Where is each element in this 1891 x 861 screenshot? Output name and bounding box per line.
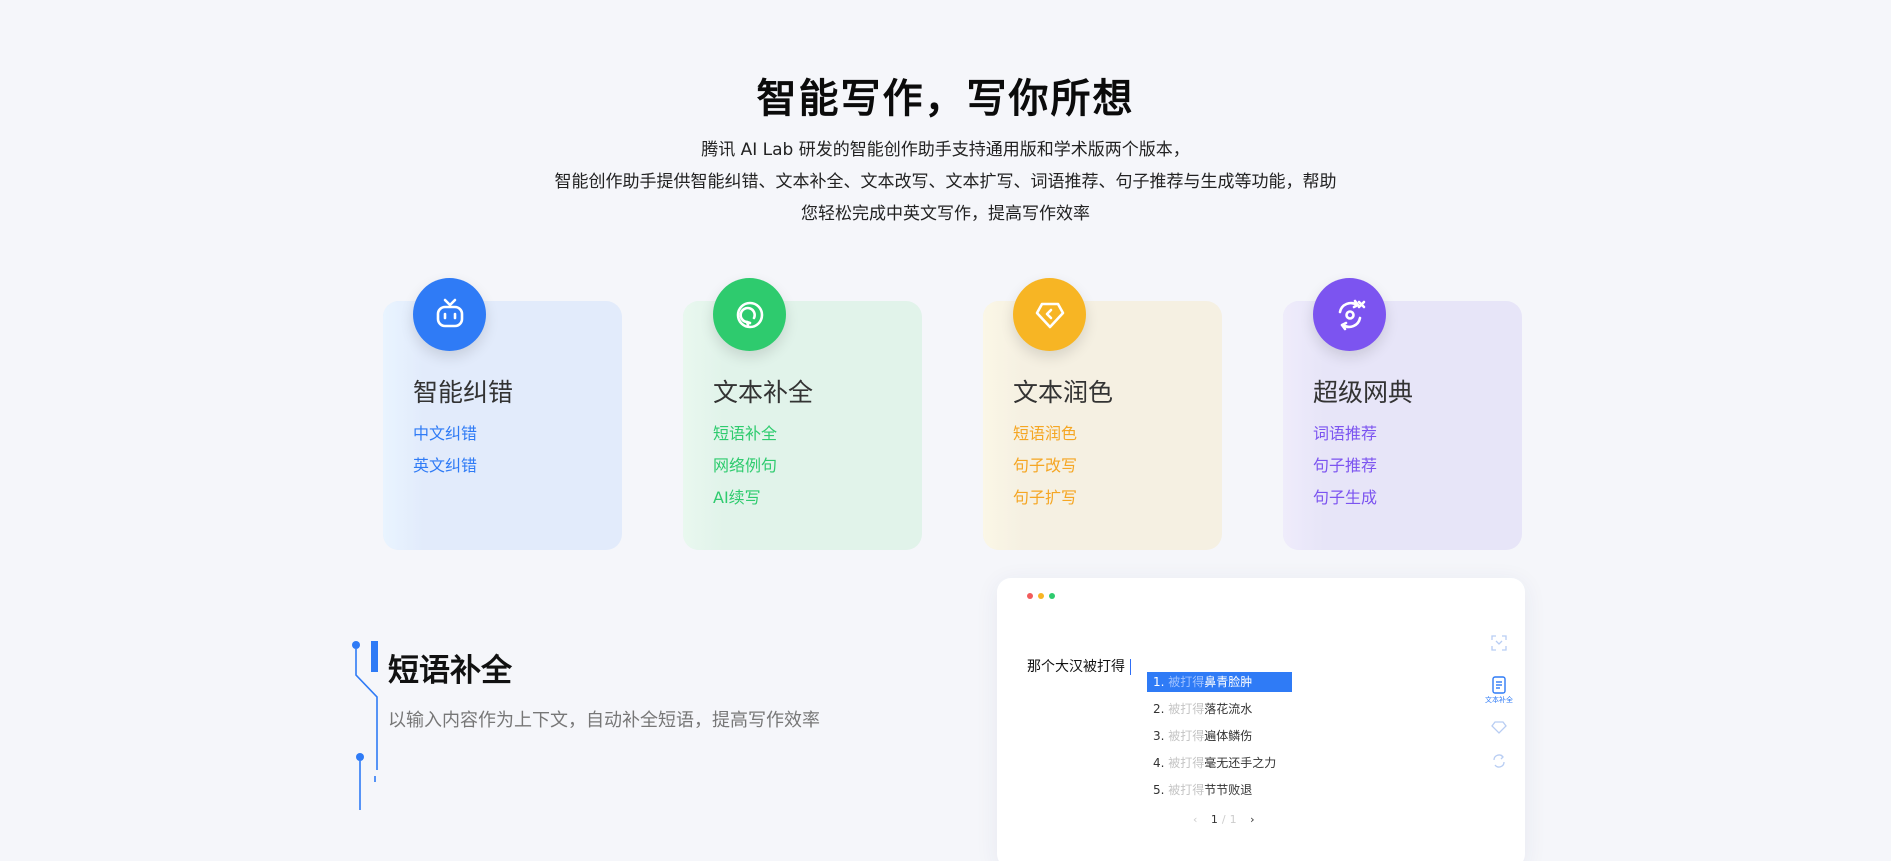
text-caret	[1130, 659, 1131, 675]
diamond-outline-icon	[1491, 721, 1507, 734]
page-title: 智能写作，写你所想	[756, 76, 1135, 122]
scan-icon	[1491, 635, 1507, 651]
feature-title: 短语补全	[388, 653, 512, 689]
pager-separator: /	[1221, 813, 1226, 826]
diamond-icon	[1013, 278, 1086, 351]
suggestion-item[interactable]: 2. 被打得落花流水	[1147, 699, 1292, 719]
suggestion-pager: ‹ 1/1 ›	[1193, 813, 1255, 826]
robot-face-icon	[413, 278, 486, 351]
card-title: 文本补全	[713, 378, 814, 407]
window-maximize-dot	[1049, 593, 1055, 599]
refresh-icon	[1493, 754, 1505, 768]
timeline-decoration	[352, 641, 378, 810]
suggestion-item[interactable]: 1. 被打得鼻青脸肿	[1147, 672, 1292, 692]
feature-description: 以输入内容作为上下文，自动补全短语，提高写作效率	[388, 710, 820, 731]
toolbar-scan-button[interactable]	[1487, 635, 1511, 651]
link-word-recommend[interactable]: 词语推荐	[1313, 420, 1377, 444]
card-title: 文本润色	[1013, 378, 1114, 407]
editor-input[interactable]: 那个大汉被打得	[1027, 656, 1131, 676]
toolbar-active-label: 文本补全	[1485, 696, 1513, 704]
editor-preview: 那个大汉被打得 1. 被打得鼻青脸肿 2. 被打得落花流水 3. 被打得遍体鳞伤…	[997, 578, 1525, 861]
editor-input-text: 那个大汉被打得	[1027, 659, 1125, 675]
toolbar-text-completion-button[interactable]: 文本补全	[1485, 676, 1513, 705]
window-minimize-dot	[1038, 593, 1044, 599]
pager-current: 1	[1210, 813, 1218, 826]
link-english-correction[interactable]: 英文纠错	[413, 452, 477, 476]
intro-line-3: 您轻松完成中英文写作，提高写作效率	[801, 204, 1090, 224]
refresh-circle-icon	[713, 278, 786, 351]
window-close-dot	[1027, 593, 1033, 599]
link-ai-continue[interactable]: AI续写	[713, 484, 761, 508]
link-phrase-polish[interactable]: 短语润色	[1013, 420, 1077, 444]
intro-line-2: 智能创作助手提供智能纠错、文本补全、文本改写、文本扩写、词语推荐、句子推荐与生成…	[554, 172, 1337, 192]
card-title: 智能纠错	[413, 378, 514, 407]
pager-prev-button[interactable]: ‹	[1193, 813, 1197, 826]
link-sentence-rewrite[interactable]: 句子改写	[1013, 452, 1077, 476]
link-phrase-completion[interactable]: 短语补全	[713, 420, 777, 444]
intro-text: 腾讯 AI Lab 研发的智能创作助手支持通用版和学术版两个版本， 智能创作助手…	[0, 134, 1891, 230]
suggestion-item[interactable]: 3. 被打得遍体鳞伤	[1147, 726, 1292, 746]
link-sentence-recommend[interactable]: 句子推荐	[1313, 452, 1377, 476]
pager-total: 1	[1229, 813, 1237, 826]
card-title: 超级网典	[1313, 378, 1414, 407]
cycle-arrows-icon	[1313, 278, 1386, 351]
suggestion-item[interactable]: 5. 被打得节节败退	[1147, 780, 1292, 800]
toolbar-dictionary-button[interactable]	[1487, 753, 1511, 769]
document-icon	[1492, 676, 1506, 694]
toolbar-polish-button[interactable]	[1487, 719, 1511, 735]
intro-line-1: 腾讯 AI Lab 研发的智能创作助手支持通用版和学术版两个版本，	[701, 140, 1190, 160]
link-sentence-expand[interactable]: 句子扩写	[1013, 484, 1077, 508]
link-sentence-generate[interactable]: 句子生成	[1313, 484, 1377, 508]
suggestion-item[interactable]: 4. 被打得毫无还手之力	[1147, 753, 1292, 773]
page: 智能写作，写你所想 腾讯 AI Lab 研发的智能创作助手支持通用版和学术版两个…	[0, 0, 1891, 861]
link-web-examples[interactable]: 网络例句	[713, 452, 777, 476]
link-chinese-correction[interactable]: 中文纠错	[413, 420, 477, 444]
pager-next-button[interactable]: ›	[1250, 813, 1254, 826]
